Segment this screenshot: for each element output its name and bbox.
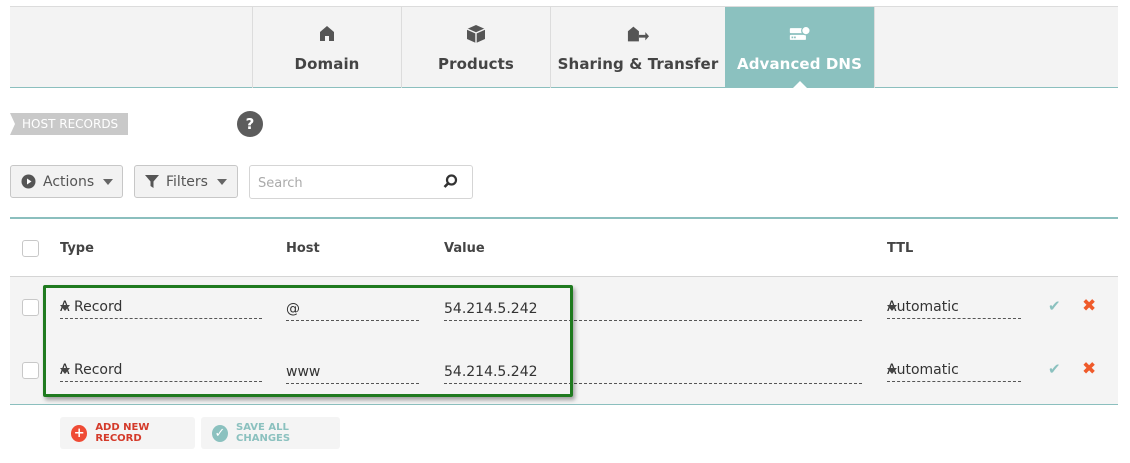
- ttl-value: Automatic: [887, 362, 959, 378]
- save-row-check-icon[interactable]: ✔: [1048, 297, 1061, 315]
- save-all-changes-label: SAVE ALL CHANGES: [236, 422, 291, 444]
- actions-button[interactable]: Actions: [10, 165, 123, 198]
- table-header: Type Host Value TTL: [10, 217, 1118, 277]
- row-checkbox[interactable]: [22, 362, 39, 379]
- chevron-down-icon: [60, 305, 70, 311]
- header-host: Host: [286, 241, 320, 256]
- filter-icon: [145, 174, 159, 189]
- type-select[interactable]: A Record: [60, 360, 262, 382]
- help-icon[interactable]: ?: [237, 111, 263, 137]
- delete-row-x-icon[interactable]: ✖: [1082, 359, 1096, 379]
- tab-advanced-dns-label: Advanced DNS: [737, 54, 862, 73]
- chevron-down-icon: [887, 305, 897, 311]
- tab-bar: Domain Products Sharing & Transfer Advan…: [10, 6, 1118, 89]
- tab-sharing-transfer[interactable]: Sharing & Transfer: [550, 7, 725, 88]
- host-field[interactable]: www: [286, 362, 419, 384]
- actions-label: Actions: [43, 173, 95, 190]
- records-table-body: A Record @ 54.214.5.242 Automatic ✔ ✖ A …: [10, 277, 1118, 405]
- save-row-check-icon[interactable]: ✔: [1048, 360, 1061, 378]
- filters-label: Filters: [166, 173, 208, 190]
- plus-circle-icon: +: [71, 424, 88, 442]
- ttl-select[interactable]: Automatic: [887, 297, 1021, 319]
- host-field[interactable]: @: [286, 299, 419, 321]
- row-checkbox[interactable]: [22, 299, 39, 316]
- home-icon: [316, 23, 338, 45]
- add-new-record-label: ADD NEW RECORD: [95, 422, 150, 444]
- table-row: A Record @ 54.214.5.242 Automatic ✔ ✖: [10, 277, 1118, 341]
- play-circle-icon: [21, 174, 36, 189]
- chevron-down-icon: [60, 368, 70, 374]
- add-new-record-button[interactable]: + ADD NEW RECORD: [60, 417, 195, 449]
- header-ttl: TTL: [887, 241, 914, 256]
- value-field[interactable]: 54.214.5.242: [444, 362, 862, 384]
- host-value: @: [286, 301, 300, 317]
- host-value: www: [286, 364, 321, 380]
- save-all-changes-button[interactable]: ✓ SAVE ALL CHANGES: [201, 417, 340, 449]
- search-icon[interactable]: [443, 174, 458, 193]
- check-circle-icon: ✓: [212, 424, 229, 442]
- tab-products[interactable]: Products: [401, 7, 550, 88]
- search-box: [249, 165, 473, 199]
- value-value: 54.214.5.242: [444, 364, 538, 380]
- box-icon: [465, 23, 487, 45]
- tab-domain-label: Domain: [294, 54, 360, 73]
- type-select[interactable]: A Record: [60, 297, 262, 319]
- chevron-down-icon: [216, 178, 227, 185]
- delete-row-x-icon[interactable]: ✖: [1082, 296, 1096, 316]
- ttl-select[interactable]: Automatic: [887, 360, 1021, 382]
- select-all-checkbox[interactable]: [22, 240, 39, 257]
- host-records-label: HOST RECORDS: [10, 113, 129, 135]
- ttl-value: Automatic: [887, 299, 959, 315]
- value-field[interactable]: 54.214.5.242: [444, 299, 862, 321]
- header-value: Value: [444, 241, 485, 256]
- tab-advanced-dns[interactable]: Advanced DNS: [725, 7, 874, 89]
- chevron-down-icon: [887, 368, 897, 374]
- value-value: 54.214.5.242: [444, 301, 538, 317]
- transfer-icon: [627, 23, 649, 45]
- tab-products-label: Products: [438, 54, 514, 73]
- filters-button[interactable]: Filters: [134, 165, 238, 198]
- search-input[interactable]: [258, 174, 438, 192]
- tab-domain[interactable]: Domain: [252, 7, 401, 88]
- dns-server-icon: [789, 23, 811, 45]
- tab-divider: [874, 7, 875, 88]
- table-row: A Record www 54.214.5.242 Automatic ✔ ✖: [10, 340, 1118, 404]
- tab-sharing-transfer-label: Sharing & Transfer: [557, 54, 719, 73]
- header-type: Type: [60, 241, 94, 256]
- chevron-down-icon: [103, 178, 114, 185]
